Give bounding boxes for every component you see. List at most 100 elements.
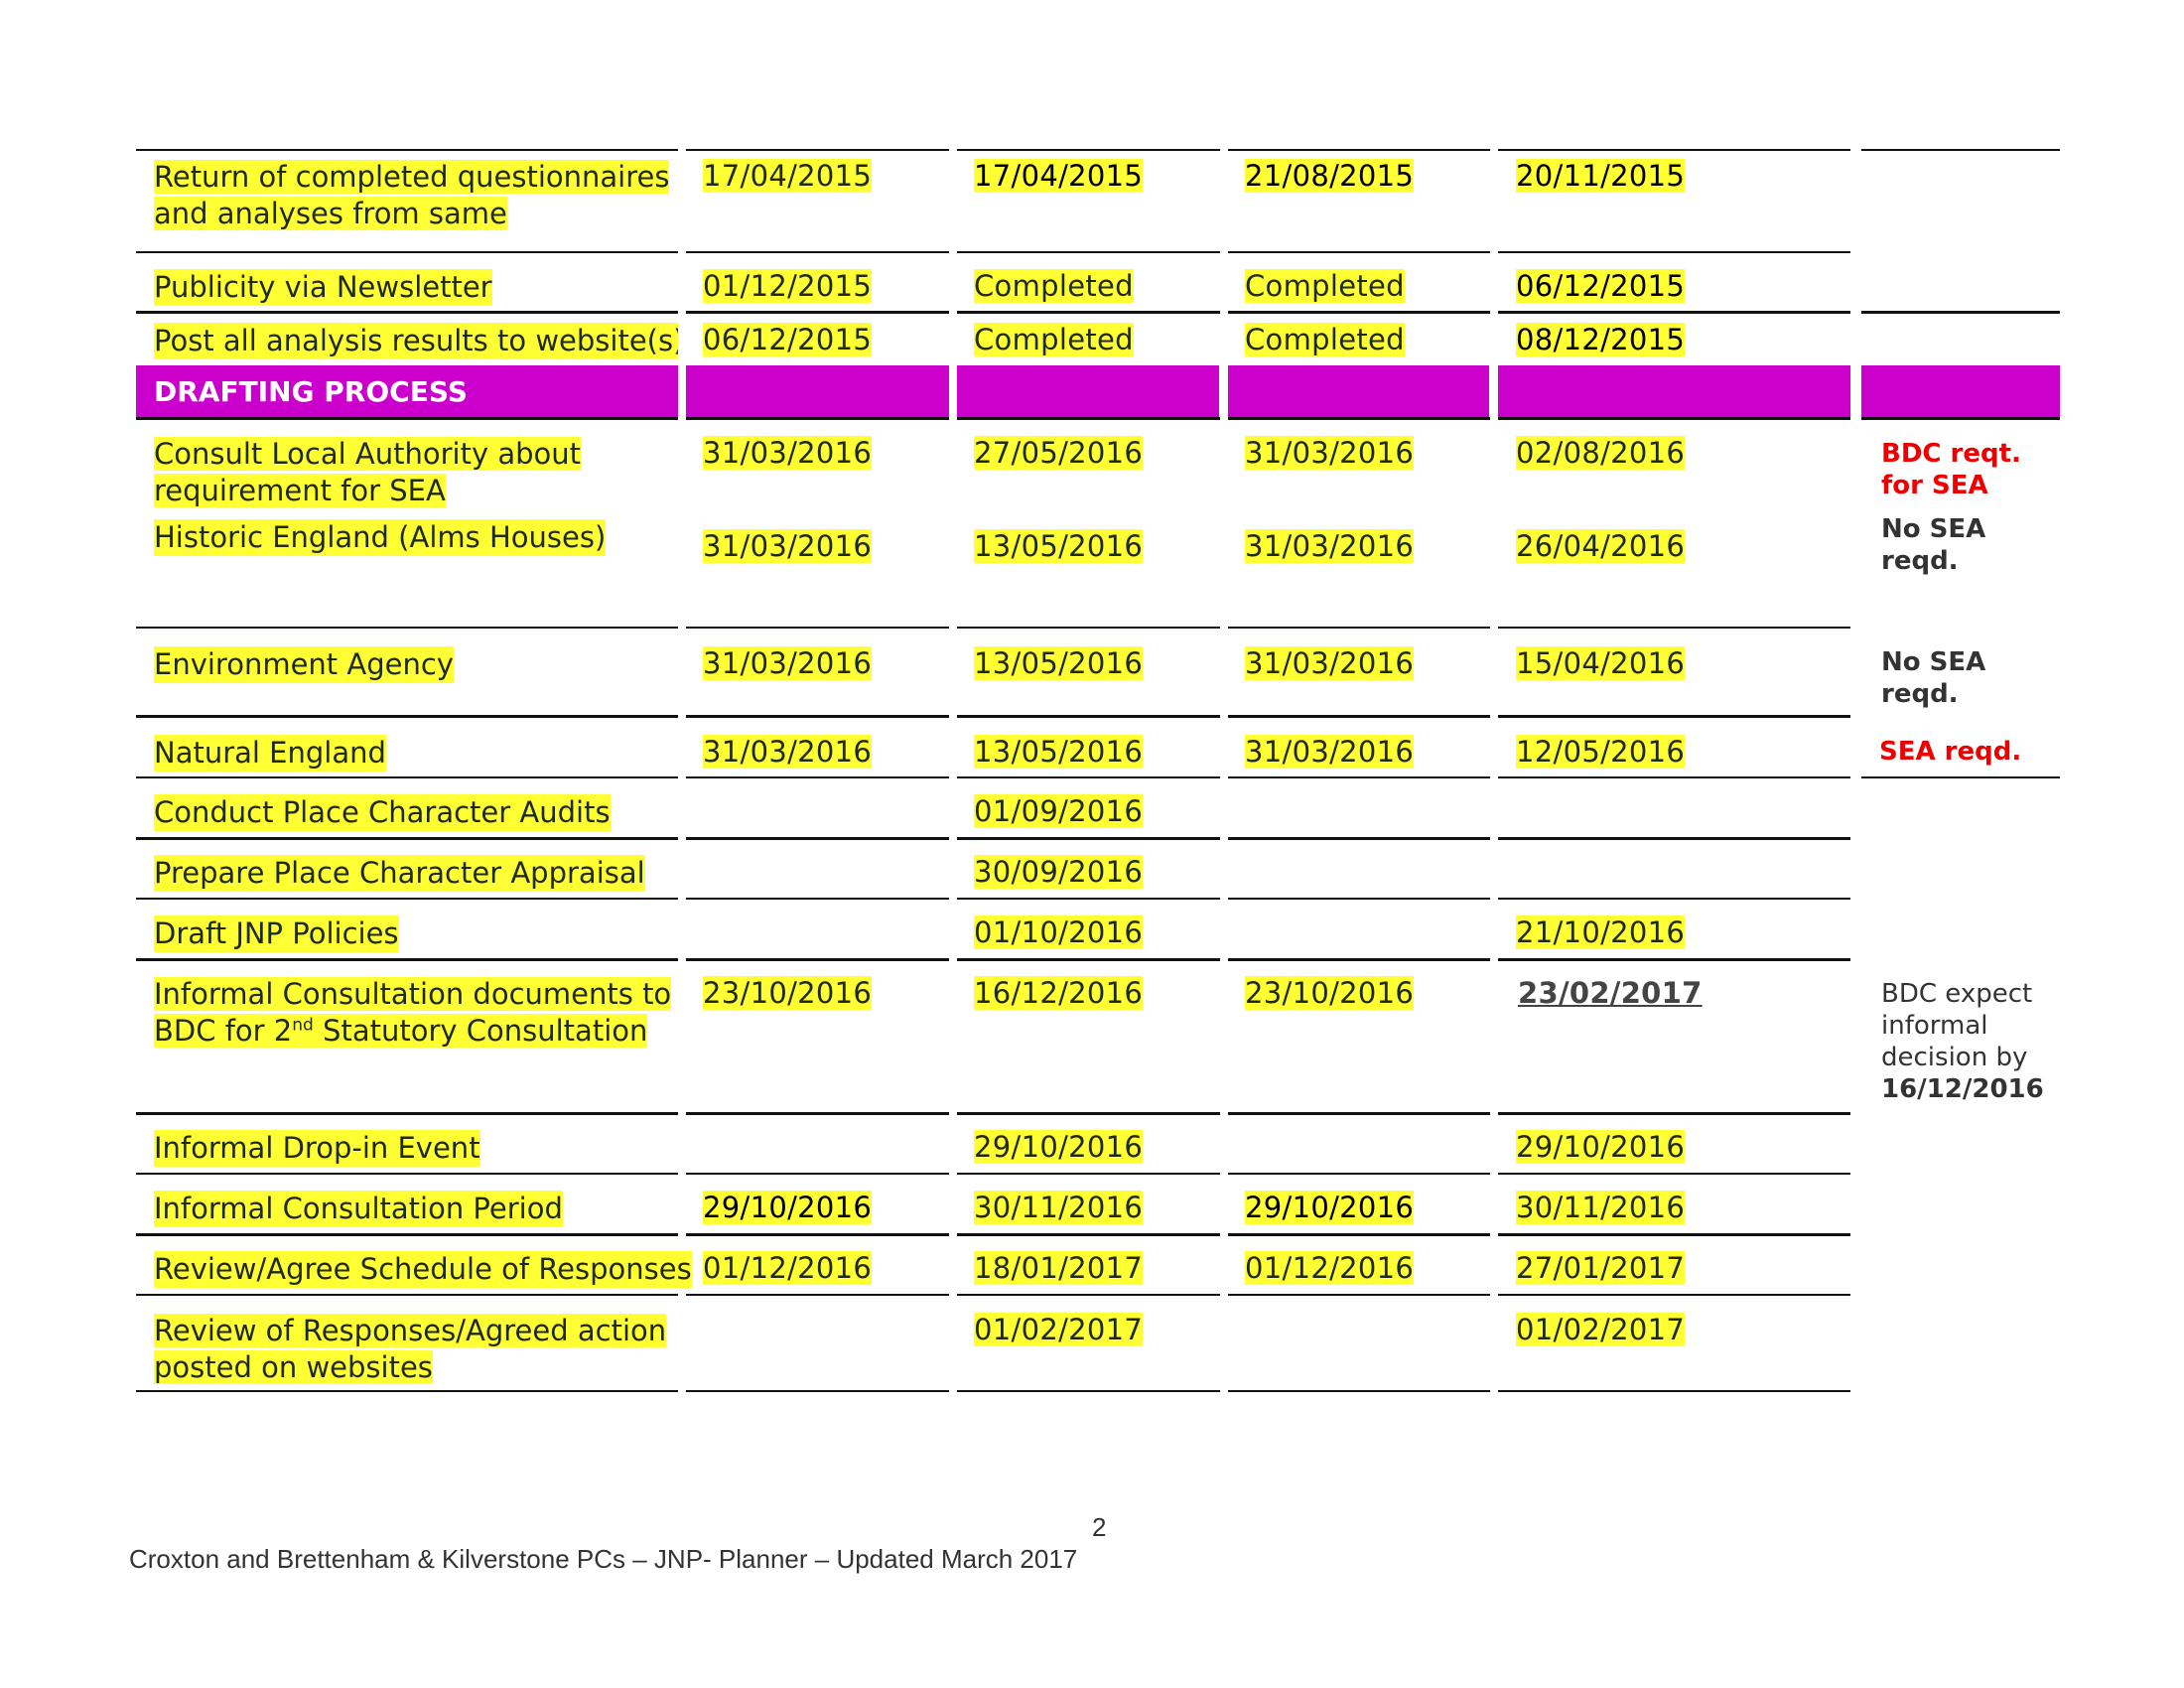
date-cell: 02/08/2016 [1516, 436, 1686, 470]
section-band-cell [957, 365, 1219, 417]
date-cell: 29/10/2016 [974, 1130, 1144, 1164]
date-cell: 08/12/2015 [1516, 323, 1686, 356]
task-label: Post all analysis results to website(s) [154, 323, 685, 359]
task-label: Historic England (Alms Houses) [154, 519, 607, 556]
section-band-cell [1228, 365, 1489, 417]
date-cell: 23/02/2017 [1518, 976, 1703, 1010]
table-rule [136, 776, 2060, 778]
task-label-cont: posted on websites [154, 1350, 433, 1384]
status-cell: Completed [1245, 323, 1405, 356]
task-label: Natural England [154, 735, 386, 772]
date-cell: 27/05/2016 [974, 436, 1144, 470]
date-cell: 31/03/2016 [703, 735, 873, 769]
column-gap [1850, 139, 1861, 1400]
date-cell: 16/12/2016 [974, 976, 1144, 1010]
table-rule [136, 837, 1850, 840]
note-line: BDC reqt. [1881, 439, 2021, 469]
task-label: Review/Agree Schedule of Responses [154, 1251, 692, 1288]
page-number: 2 [1092, 1512, 1107, 1542]
table-rule [136, 1112, 1850, 1115]
task-label: Return of completed questionnaires [154, 160, 670, 194]
date-cell: 18/01/2017 [974, 1251, 1144, 1285]
date-cell: 30/09/2016 [974, 855, 1144, 889]
task-label-cont: and analyses from same [154, 197, 507, 230]
date-cell: 31/03/2016 [703, 436, 873, 470]
table-rule [136, 715, 1850, 718]
note-cell: BDC expect informal decision by 16/12/20… [1881, 978, 2044, 1105]
date-cell: 23/10/2016 [703, 976, 873, 1010]
date-cell: 06/12/2015 [1516, 269, 1686, 303]
note-line: for SEA [1881, 471, 1988, 500]
table-row: Consult Local Authority about requiremen… [154, 436, 582, 509]
date-cell: 29/10/2016 [1245, 1191, 1415, 1224]
task-label: Environment Agency [154, 646, 454, 683]
section-title: DRAFTING PROCESS [154, 375, 468, 408]
date-cell: 31/03/2016 [703, 529, 873, 563]
date-cell: 01/10/2016 [974, 915, 1144, 949]
column-gap [678, 139, 686, 1400]
date-cell: 01/02/2017 [974, 1313, 1144, 1346]
table-rule [136, 417, 2060, 420]
date-cell: 29/10/2016 [1516, 1130, 1686, 1164]
section-band-cell [1498, 365, 1850, 417]
date-cell: 31/03/2016 [1245, 436, 1415, 470]
date-cell: 01/12/2016 [703, 1251, 873, 1285]
table-rule [136, 1390, 1850, 1392]
note-cell: BDC reqt. for SEA [1881, 438, 2021, 501]
column-gap [1490, 139, 1498, 1400]
table-rule [136, 1173, 1850, 1175]
date-cell: 30/11/2016 [974, 1191, 1144, 1224]
note-line: reqd. [1881, 546, 1959, 576]
date-cell: 21/08/2015 [1245, 159, 1415, 193]
document-page: Return of completed questionnaires and a… [0, 0, 2184, 1688]
date-cell: 31/03/2016 [1245, 529, 1415, 563]
date-cell: 13/05/2016 [974, 646, 1144, 680]
note-cell: No SEA reqd. [1881, 513, 1985, 577]
date-cell: 17/04/2015 [974, 159, 1144, 193]
task-label: Consult Local Authority about [154, 437, 582, 471]
table-row: Review of Responses/Agreed action posted… [154, 1313, 667, 1386]
table-rule [136, 149, 2060, 151]
table-rule [136, 251, 1850, 253]
note-line: No SEA [1881, 647, 1986, 677]
column-gap [1220, 139, 1228, 1400]
task-label: Informal Consultation documents to [154, 977, 672, 1011]
date-cell: 29/10/2016 [703, 1191, 873, 1224]
task-label: Prepare Place Character Appraisal [154, 855, 645, 892]
date-cell: 01/02/2017 [1516, 1313, 1686, 1346]
note-line: informal [1881, 1011, 1988, 1041]
date-cell: 30/11/2016 [1516, 1191, 1686, 1224]
table-rule [136, 627, 1850, 629]
date-cell: 31/03/2016 [703, 646, 873, 680]
note-line: BDC expect [1881, 979, 2033, 1009]
note-line: 16/12/2016 [1881, 1074, 2044, 1104]
date-cell: 01/09/2016 [974, 794, 1144, 828]
task-label-cont: requirement for SEA [154, 474, 446, 507]
task-label: Informal Drop-in Event [154, 1130, 480, 1167]
date-cell: 31/03/2016 [1245, 646, 1415, 680]
date-cell: 23/10/2016 [1245, 976, 1415, 1010]
date-cell: 17/04/2015 [703, 159, 873, 193]
task-label: Publicity via Newsletter [154, 269, 492, 306]
status-cell: Completed [974, 269, 1134, 303]
task-label: Review of Responses/Agreed action [154, 1314, 667, 1347]
table-rule [136, 958, 1850, 961]
date-cell: 15/04/2016 [1516, 646, 1686, 680]
table-row: Informal Consultation documents to BDC f… [154, 976, 672, 1050]
section-band-cell [1861, 365, 2060, 417]
task-label: Informal Consultation Period [154, 1191, 563, 1227]
note-line: reqd. [1881, 679, 1959, 709]
task-label: Conduct Place Character Audits [154, 794, 611, 831]
date-cell: 06/12/2015 [703, 323, 873, 356]
footer-text: Croxton and Brettenham & Kilverstone PCs… [129, 1544, 1078, 1574]
date-cell: 12/05/2016 [1516, 735, 1686, 769]
status-cell: Completed [974, 323, 1134, 356]
date-cell: 21/10/2016 [1516, 915, 1686, 949]
note-cell: No SEA reqd. [1881, 646, 1985, 710]
date-cell: 13/05/2016 [974, 735, 1144, 769]
task-label-cont: Statutory Consultation [313, 1014, 648, 1048]
section-header-band: DRAFTING PROCESS [136, 365, 678, 417]
section-band-cell [686, 365, 957, 417]
date-cell: 01/12/2016 [1245, 1251, 1415, 1285]
column-gap [949, 139, 957, 1400]
